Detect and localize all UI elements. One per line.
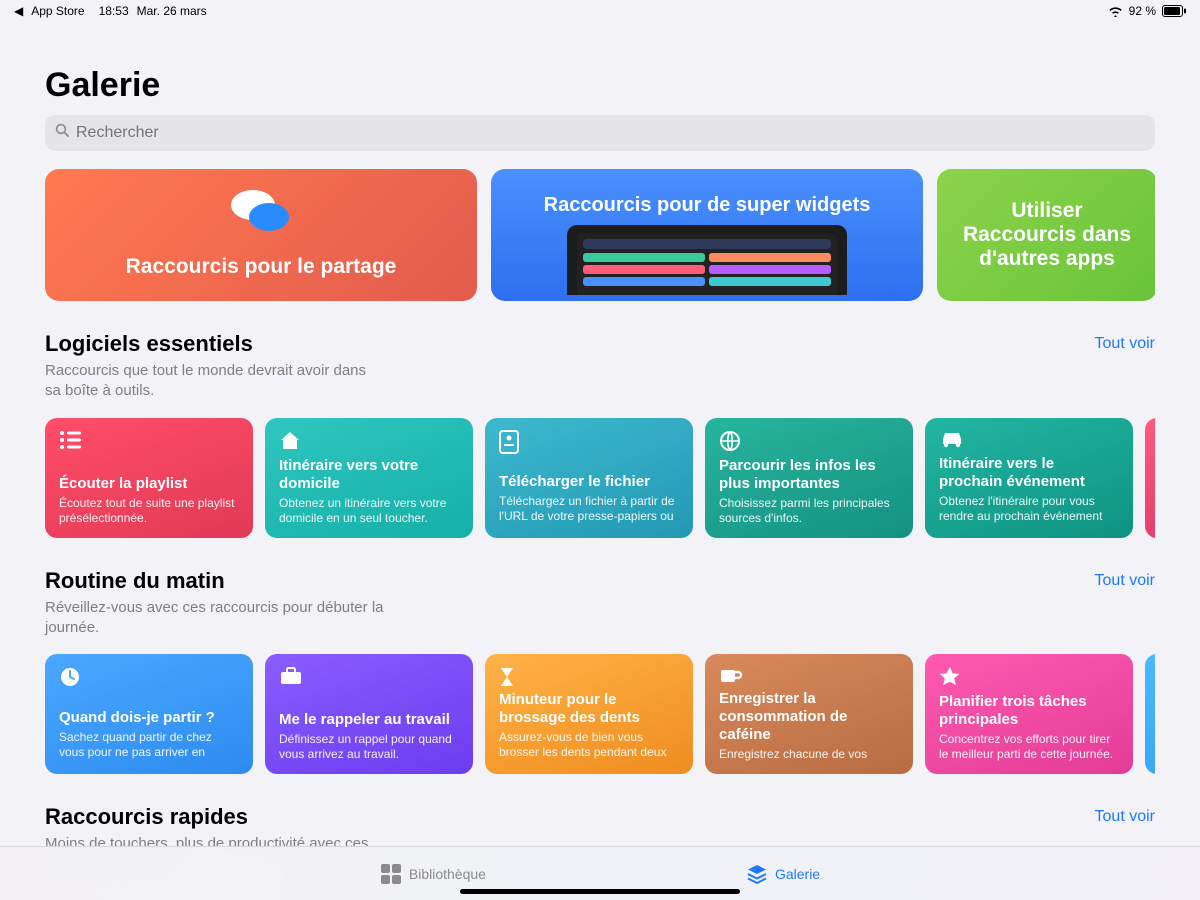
status-date: Mar. 26 mars — [137, 4, 207, 18]
back-app-label[interactable]: App Store — [31, 4, 84, 18]
card-desc: Enregistrez chacune de vos tasses de caf… — [719, 747, 899, 762]
see-all-link[interactable]: Tout voir — [1095, 808, 1155, 826]
card-title: Télécharger le fichier — [499, 473, 679, 491]
shortcut-card[interactable] — [1145, 654, 1155, 774]
section-essentials: Logiciels essentiels Raccourcis que tout… — [45, 331, 1155, 538]
tab-label: Galerie — [775, 866, 820, 882]
list-icon — [59, 430, 239, 454]
shortcut-card[interactable]: Télécharger le fichier Téléchargez un fic… — [485, 418, 693, 538]
hero-card-widgets[interactable]: Raccourcis pour de super widgets — [491, 169, 923, 301]
section-title: Logiciels essentiels — [45, 331, 385, 357]
stack-icon — [746, 863, 768, 885]
section-subtitle: Réveillez-vous avec ces raccourcis pour … — [45, 598, 385, 639]
card-title: Quand dois-je partir ? — [59, 709, 239, 727]
hero-row: Raccourcis pour le partage Raccourcis po… — [45, 169, 1155, 301]
shortcut-card[interactable]: Minuteur pour le brossage des dentsAssur… — [485, 654, 693, 774]
search-input[interactable] — [76, 124, 1145, 142]
shortcut-card[interactable]: Planifier trois tâches principalesConcen… — [925, 654, 1133, 774]
shortcut-card[interactable]: Écouter la playlist Écoutez tout de suite… — [45, 418, 253, 538]
card-desc: Définissez un rappel pour quand vous arr… — [279, 732, 459, 762]
card-desc: Obtenez un itinéraire vers votre domicil… — [279, 496, 459, 526]
home-indicator[interactable] — [460, 889, 740, 894]
card-title: Enregistrer la consommation de caféine — [719, 690, 899, 744]
shortcut-card[interactable]: $ — [1145, 418, 1155, 538]
card-title: Écouter la playlist — [59, 475, 239, 493]
tab-gallery[interactable]: Galerie — [746, 863, 820, 885]
page-title: Galerie — [45, 66, 1155, 105]
coffee-icon — [719, 666, 899, 690]
doc-icon — [499, 430, 679, 454]
status-bar: ◀ App Store 18:53 Mar. 26 mars 92 % — [0, 0, 1200, 18]
globe-icon — [719, 430, 899, 454]
hero-card-other-apps[interactable]: Utiliser Raccourcis dans d'autres apps — [937, 169, 1155, 301]
back-caret-icon[interactable]: ◀ — [14, 4, 23, 18]
section-subtitle: Raccourcis que tout le monde devrait avo… — [45, 361, 385, 402]
card-row: Quand dois-je partir ? Sachez quand parti… — [45, 654, 1155, 774]
tab-library[interactable]: Bibliothèque — [380, 863, 486, 885]
card-desc: Choisissez parmi les principales sources… — [719, 496, 899, 526]
clock-icon — [59, 666, 239, 690]
shortcut-card[interactable]: Parcourir les infos les plus importantes… — [705, 418, 913, 538]
card-title: Itinéraire vers le prochain événement — [939, 455, 1119, 491]
star-icon — [939, 666, 1119, 690]
card-title: Minuteur pour le brossage des dents — [499, 691, 679, 727]
card-desc: Sachez quand partir de chez vous pour ne… — [59, 730, 239, 762]
shortcut-card[interactable]: Quand dois-je partir ? Sachez quand parti… — [45, 654, 253, 774]
home-icon — [279, 430, 459, 454]
search-icon — [55, 123, 70, 143]
card-title: Planifier trois tâches principales — [939, 693, 1119, 729]
status-time: 18:53 — [99, 4, 129, 18]
see-all-link[interactable]: Tout voir — [1095, 335, 1155, 353]
section-morning: Routine du matin Réveillez-vous avec ces… — [45, 568, 1155, 775]
see-all-link[interactable]: Tout voir — [1095, 572, 1155, 590]
shortcut-card[interactable]: Enregistrer la consommation de caféine En… — [705, 654, 913, 774]
card-title: Me le rappeler au travail — [279, 711, 459, 729]
card-desc: Assurez-vous de bien vous brosser les de… — [499, 730, 679, 762]
tab-label: Bibliothèque — [409, 866, 486, 882]
card-row: Écouter la playlist Écoutez tout de suite… — [45, 418, 1155, 538]
chat-bubbles-icon — [225, 187, 297, 243]
search-bar[interactable] — [45, 115, 1155, 151]
card-title: Itinéraire vers votre domicile — [279, 457, 459, 493]
battery-percentage: 92 % — [1129, 4, 1156, 18]
shortcut-card[interactable]: Itinéraire vers votre domicileObtenez un… — [265, 418, 473, 538]
wifi-icon — [1108, 6, 1123, 17]
hero-title: Raccourcis pour de super widgets — [544, 194, 871, 217]
hero-title: Utiliser Raccourcis dans d'autres apps — [955, 199, 1139, 271]
ipad-mock-icon — [567, 225, 847, 295]
car-icon — [939, 430, 1119, 454]
section-title: Routine du matin — [45, 568, 385, 594]
card-desc: Téléchargez un fichier à partir de l'URL… — [499, 494, 679, 526]
card-desc: Écoutez tout de suite une playlist présé… — [59, 496, 239, 526]
shortcut-card[interactable]: Itinéraire vers le prochain événementObt… — [925, 418, 1133, 538]
briefcase-icon — [279, 666, 459, 690]
shortcut-card[interactable]: Me le rappeler au travail Définissez un r… — [265, 654, 473, 774]
hourglass-icon — [499, 666, 679, 690]
card-desc: Concentrez vos efforts pour tirer le mei… — [939, 732, 1119, 762]
card-title: Parcourir les infos les plus importantes — [719, 457, 899, 493]
battery-icon — [1162, 5, 1186, 17]
section-title: Raccourcis rapides — [45, 804, 385, 830]
hero-card-sharing[interactable]: Raccourcis pour le partage — [45, 169, 477, 301]
card-desc: Obtenez l'itinéraire pour vous rendre au… — [939, 494, 1119, 526]
grid-icon — [380, 863, 402, 885]
hero-title: Raccourcis pour le partage — [45, 255, 477, 279]
